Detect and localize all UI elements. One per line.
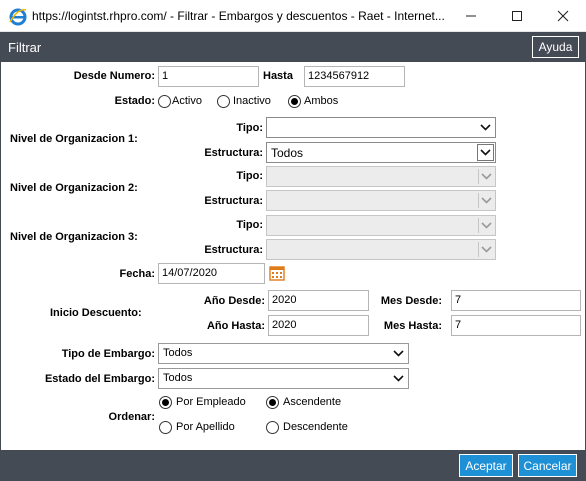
ordenar-por-empleado-label: Por Empleado [176, 396, 246, 408]
fecha-input[interactable]: 14/07/2020 [158, 263, 265, 284]
tipo-embargo-select[interactable]: Todos [158, 343, 409, 364]
window-titlebar: https://logintst.rhpro.com/ - Filtrar - … [0, 0, 586, 32]
org-level-2-tipo-select[interactable] [266, 166, 496, 187]
ordenar-descendente-radio[interactable] [266, 421, 279, 434]
org-level-3-label: Nivel de Organizacion 3: [10, 231, 138, 243]
chevron-down-icon [391, 371, 406, 386]
cancel-button[interactable]: Cancelar [518, 454, 577, 477]
chevron-down-icon [478, 193, 493, 208]
org-level-1-label: Nivel de Organizacion 1: [10, 133, 138, 145]
estado-ambos-label: Ambos [304, 95, 339, 107]
anio-hasta-label: Año Hasta: [206, 320, 265, 332]
chevron-down-icon [478, 169, 493, 184]
estado-inactivo-radio[interactable] [217, 95, 230, 108]
calendar-icon[interactable] [269, 265, 285, 281]
chevron-down-icon [391, 346, 406, 361]
chevron-down-icon [478, 242, 493, 257]
desde-numero-label: Desde Numero: [73, 70, 155, 82]
org-level-2-tipo-label: Tipo: [236, 170, 263, 182]
org-level-3-estructura-label: Estructura: [204, 244, 263, 256]
estado-embargo-label: Estado del Embargo: [44, 373, 155, 385]
anio-desde-input[interactable]: 2020 [268, 290, 369, 311]
org-level-2-estructura-select[interactable] [266, 190, 496, 211]
org-level-3-estructura-select[interactable] [266, 239, 496, 260]
dialog-title: Filtrar [8, 40, 42, 55]
window-title: https://logintst.rhpro.com/ - Filtrar - … [32, 9, 445, 23]
dialog-footer: Aceptar Cancelar [0, 450, 586, 481]
mes-hasta-label: Mes Hasta: [383, 320, 442, 332]
estado-label: Estado: [114, 95, 155, 107]
org-level-1-estructura-value: Todos [271, 146, 304, 160]
org-level-2-estructura-label: Estructura: [204, 195, 263, 207]
ordenar-por-apellido-radio[interactable] [159, 421, 172, 434]
minimize-button[interactable] [448, 0, 494, 32]
help-button[interactable]: Ayuda [532, 36, 579, 58]
desde-numero-input[interactable]: 1 [158, 66, 259, 87]
maximize-icon [512, 11, 522, 21]
chevron-down-icon [477, 144, 494, 161]
org-level-3-tipo-label: Tipo: [236, 219, 263, 231]
close-button[interactable] [540, 0, 586, 32]
chevron-down-icon [478, 218, 493, 233]
close-icon [557, 10, 569, 22]
ordenar-label: Ordenar: [108, 411, 155, 423]
ordenar-por-empleado-radio[interactable] [159, 396, 172, 409]
org-level-1-tipo-select[interactable] [266, 117, 496, 138]
fecha-label: Fecha: [119, 268, 155, 280]
tipo-embargo-label: Tipo de Embargo: [61, 348, 155, 360]
mes-desde-label: Mes Desde: [380, 295, 442, 307]
org-level-1-tipo-label: Tipo: [236, 122, 263, 134]
estado-activo-label: Activo [172, 95, 202, 107]
estado-activo-radio[interactable] [158, 95, 171, 108]
dialog-header: Filtrar Ayuda [0, 32, 586, 62]
hasta-input[interactable]: 1234567912 [304, 66, 405, 87]
dialog-border-left [0, 62, 1, 450]
estado-inactivo-label: Inactivo [233, 95, 271, 107]
maximize-button[interactable] [494, 0, 540, 32]
org-level-1-estructura-label: Estructura: [204, 147, 263, 159]
ordenar-ascendente-radio[interactable] [266, 396, 279, 409]
ordenar-descendente-label: Descendente [283, 421, 348, 433]
org-level-1-estructura-select[interactable]: Todos [266, 142, 496, 163]
org-level-2-label: Nivel de Organizacion 2: [10, 182, 138, 194]
accept-button[interactable]: Aceptar [459, 454, 513, 477]
ordenar-por-apellido-label: Por Apellido [176, 421, 235, 433]
mes-desde-input[interactable]: 7 [451, 290, 581, 311]
minimize-icon [466, 15, 476, 17]
chevron-down-icon [478, 120, 493, 135]
anio-hasta-input[interactable]: 2020 [268, 315, 369, 336]
estado-embargo-value: Todos [163, 372, 193, 384]
org-level-3-tipo-select[interactable] [266, 215, 496, 236]
anio-desde-label: Año Desde: [203, 295, 265, 307]
ordenar-ascendente-label: Ascendente [283, 396, 342, 408]
estado-ambos-radio[interactable] [288, 95, 301, 108]
inicio-descuento-label: Inicio Descuento: [50, 307, 142, 319]
estado-embargo-select[interactable]: Todos [158, 368, 409, 389]
mes-hasta-input[interactable]: 7 [451, 315, 581, 336]
internet-explorer-icon [8, 6, 28, 26]
hasta-label: Hasta [263, 70, 293, 82]
tipo-embargo-value: Todos [163, 347, 193, 359]
